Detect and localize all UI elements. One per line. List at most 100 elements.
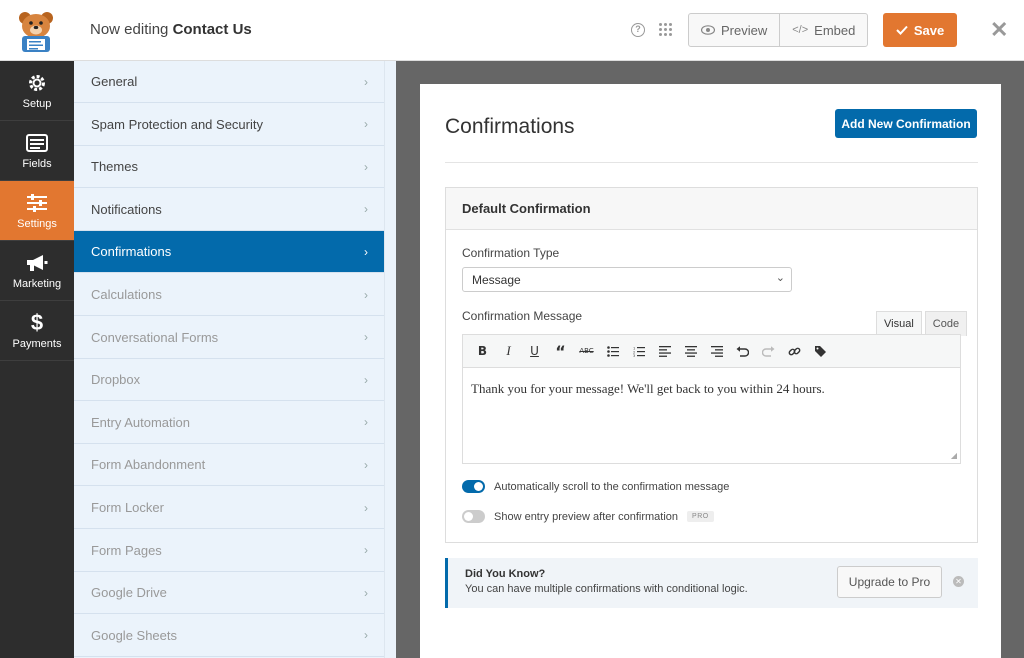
- editor-toolbar: B I U “ ABC 123: [463, 335, 960, 368]
- undo-icon[interactable]: [731, 341, 754, 361]
- chevron-right-icon: ›: [364, 287, 368, 302]
- panel-item-form-abandonment[interactable]: Form Abandonment ›: [74, 444, 384, 487]
- nav-fields[interactable]: Fields: [0, 121, 74, 181]
- redo-icon[interactable]: [757, 341, 780, 361]
- upgrade-to-pro-button[interactable]: Upgrade to Pro: [837, 566, 942, 598]
- panel-item-conversational-forms[interactable]: Conversational Forms ›: [74, 317, 384, 359]
- panel-item-label: Confirmations: [91, 244, 172, 260]
- panel-item-google-sheets[interactable]: Google Sheets ›: [74, 615, 384, 657]
- tab-code[interactable]: Code: [924, 311, 968, 336]
- italic-icon[interactable]: I: [497, 341, 520, 361]
- tab-visual[interactable]: Visual: [876, 311, 922, 336]
- box-title[interactable]: Default Confirmation: [446, 188, 977, 230]
- embed-button[interactable]: </> Embed: [779, 14, 867, 46]
- message-editor: B I U “ ABC 123 Thank you for your messa…: [462, 334, 961, 464]
- panel-item-spam-protection[interactable]: Spam Protection and Security ›: [74, 104, 384, 146]
- nav-marketing[interactable]: Marketing: [0, 241, 74, 301]
- chevron-right-icon: ›: [364, 159, 368, 174]
- divider: [445, 162, 978, 163]
- add-new-confirmation-button[interactable]: Add New Confirmation: [835, 109, 977, 138]
- select-value: Message: [472, 272, 521, 287]
- confirmation-type-select[interactable]: Message ⌄: [462, 267, 792, 292]
- panel-item-general[interactable]: General ›: [74, 61, 384, 103]
- chevron-down-icon: ⌄: [775, 272, 785, 284]
- chevron-right-icon: ›: [364, 500, 368, 515]
- did-you-know-notice: Did You Know? You can have multiple conf…: [445, 558, 978, 608]
- nav-payments[interactable]: $ Payments: [0, 301, 74, 361]
- panel-item-google-drive[interactable]: Google Drive ›: [74, 572, 384, 615]
- page-title: Confirmations: [445, 115, 575, 138]
- close-icon[interactable]: ✕: [990, 18, 1008, 42]
- chevron-right-icon: ›: [364, 585, 368, 600]
- editor-tabs: Visual Code: [876, 311, 968, 336]
- code-icon: </>: [792, 24, 809, 36]
- panel-item-notifications[interactable]: Notifications ›: [74, 189, 384, 231]
- entry-preview-label: Show entry preview after confirmation: [494, 510, 679, 523]
- check-icon: [896, 25, 908, 35]
- blockquote-icon[interactable]: “: [549, 341, 572, 361]
- panel-item-label: Calculations: [91, 287, 162, 302]
- chevron-right-icon: ›: [364, 202, 368, 217]
- panel-item-label: Notifications: [91, 201, 162, 217]
- top-bar: Now editing Contact Us ? Preview </> Emb…: [0, 0, 1024, 61]
- align-center-icon[interactable]: [679, 341, 702, 361]
- link-icon[interactable]: [783, 341, 806, 361]
- numbered-list-icon[interactable]: 123: [627, 341, 650, 361]
- main-content: Confirmations Add New Confirmation Defau…: [396, 61, 1024, 658]
- panel-item-confirmations[interactable]: Confirmations ›: [74, 231, 384, 274]
- nav-setup[interactable]: Setup: [0, 61, 74, 121]
- auto-scroll-toggle[interactable]: [462, 480, 485, 493]
- dismiss-icon[interactable]: ✕: [953, 576, 964, 587]
- preview-button[interactable]: Preview: [689, 14, 779, 46]
- gear-icon: [25, 72, 49, 94]
- bullet-list-icon[interactable]: [601, 341, 624, 361]
- nav-settings-label: Settings: [17, 217, 57, 230]
- panel-item-label: Dropbox: [91, 372, 141, 388]
- resize-handle-icon[interactable]: ◢: [951, 451, 957, 460]
- panel-item-entry-automation[interactable]: Entry Automation ›: [74, 402, 384, 444]
- panel-item-label: Spam Protection and Security: [91, 116, 263, 132]
- chevron-right-icon: ›: [364, 628, 368, 643]
- underline-icon[interactable]: U: [523, 341, 546, 361]
- default-confirmation-box: Default Confirmation Confirmation Type M…: [445, 187, 978, 543]
- auto-scroll-label: Automatically scroll to the confirmation…: [494, 480, 730, 493]
- form-name: Contact Us: [172, 21, 252, 38]
- panel-item-label: Conversational Forms: [91, 329, 219, 345]
- message-text[interactable]: Thank you for your message! We'll get ba…: [463, 368, 960, 410]
- panel-item-calculations[interactable]: Calculations ›: [74, 274, 384, 316]
- panel-item-label: Form Locker: [91, 500, 164, 515]
- chevron-right-icon: ›: [364, 330, 368, 345]
- align-right-icon[interactable]: [705, 341, 728, 361]
- confirmation-message-label: Confirmation Message: [462, 309, 583, 323]
- align-left-icon[interactable]: [653, 341, 676, 361]
- panel-item-label: General: [91, 74, 138, 89]
- save-button[interactable]: Save: [883, 13, 957, 47]
- help-icon[interactable]: ?: [631, 23, 645, 37]
- wpforms-bear-logo: [19, 12, 53, 52]
- editing-title: Now editing Contact Us: [90, 21, 252, 38]
- preview-embed-group: Preview </> Embed: [688, 13, 869, 47]
- nav-settings[interactable]: Settings: [0, 181, 74, 241]
- nav-setup-label: Setup: [22, 97, 52, 110]
- grid-dots-icon[interactable]: [659, 23, 673, 37]
- panel-item-themes[interactable]: Themes ›: [74, 146, 384, 189]
- panel-item-form-locker[interactable]: Form Locker ›: [74, 487, 384, 529]
- panel-scrollbar[interactable]: [384, 61, 396, 658]
- auto-scroll-toggle-row: Automatically scroll to the confirmation…: [462, 480, 729, 493]
- nav-marketing-label: Marketing: [12, 277, 62, 290]
- smart-tag-icon[interactable]: [809, 341, 832, 361]
- svg-text:3: 3: [633, 354, 635, 357]
- fields-icon: [25, 132, 49, 154]
- bold-icon[interactable]: B: [471, 341, 494, 361]
- panel-item-label: Form Abandonment: [91, 457, 206, 473]
- panel-item-dropbox[interactable]: Dropbox ›: [74, 359, 384, 402]
- chevron-right-icon: ›: [364, 415, 368, 430]
- panel-item-form-pages[interactable]: Form Pages ›: [74, 530, 384, 572]
- megaphone-icon: [25, 252, 49, 274]
- strikethrough-icon[interactable]: ABC: [575, 341, 598, 361]
- settings-panel: General › Spam Protection and Security › T…: [74, 61, 396, 658]
- notice-title: Did You Know?: [465, 568, 546, 580]
- entry-preview-toggle[interactable]: [462, 510, 485, 523]
- notice-text: You can have multiple confirmations with…: [465, 583, 748, 595]
- sliders-icon: [25, 192, 49, 214]
